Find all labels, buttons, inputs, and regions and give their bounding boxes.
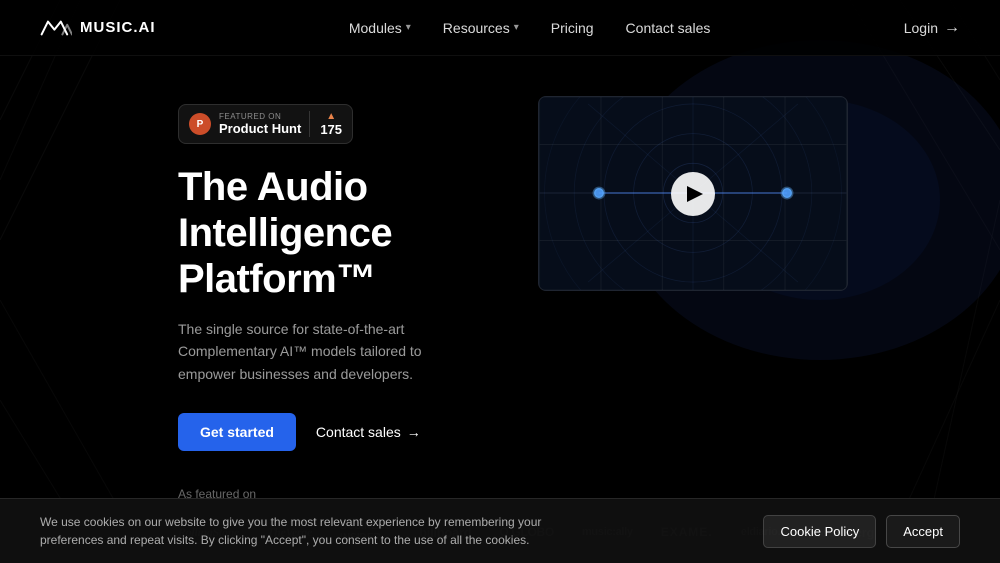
accept-button[interactable]: Accept (886, 515, 960, 548)
play-icon (687, 186, 703, 202)
product-hunt-badge[interactable]: P FEATURED ON Product Hunt ▲ 175 (178, 104, 353, 144)
get-started-button[interactable]: Get started (178, 413, 296, 451)
hero-section: P FEATURED ON Product Hunt ▲ 175 The Aud… (0, 56, 1000, 451)
hero-description: The single source for state-of-the-art C… (178, 318, 458, 385)
hero-ctas: Get started Contact sales → (178, 413, 498, 451)
contact-sales-button[interactable]: Contact sales → (316, 424, 421, 440)
cookie-policy-button[interactable]: Cookie Policy (763, 515, 876, 548)
arrow-right-icon: → (944, 19, 960, 37)
nav-center: Modules ▾ Resources ▾ Pricing Contact sa… (349, 20, 711, 36)
nav-login[interactable]: Login → (904, 19, 960, 37)
video-inner (539, 97, 847, 290)
nav-modules[interactable]: Modules ▾ (349, 20, 411, 36)
cookie-text: We use cookies on our website to give yo… (40, 513, 590, 549)
ph-score: ▲ 175 (309, 111, 342, 137)
chevron-down-icon: ▾ (406, 22, 411, 33)
hero-video-player[interactable] (538, 96, 848, 291)
cookie-buttons: Cookie Policy Accept (763, 515, 960, 548)
hero-title: The Audio Intelligence Platform™ (178, 164, 498, 302)
logo[interactable]: MUSIC.AI (40, 18, 156, 38)
cookie-banner: We use cookies on our website to give yo… (0, 498, 1000, 563)
triangle-icon: ▲ (326, 111, 336, 122)
play-button[interactable] (671, 172, 715, 216)
brand-name: MUSIC.AI (80, 19, 156, 36)
nav-contact[interactable]: Contact sales (626, 20, 711, 36)
ph-text: FEATURED ON Product Hunt (219, 112, 301, 136)
product-hunt-icon: P (189, 113, 211, 135)
navbar: MUSIC.AI Modules ▾ Resources ▾ Pricing C… (0, 0, 1000, 56)
nav-pricing[interactable]: Pricing (551, 20, 594, 36)
arrow-right-icon: → (407, 424, 421, 440)
hero-left: P FEATURED ON Product Hunt ▲ 175 The Aud… (178, 104, 498, 451)
nav-resources[interactable]: Resources ▾ (443, 20, 519, 36)
chevron-down-icon: ▾ (514, 22, 519, 33)
